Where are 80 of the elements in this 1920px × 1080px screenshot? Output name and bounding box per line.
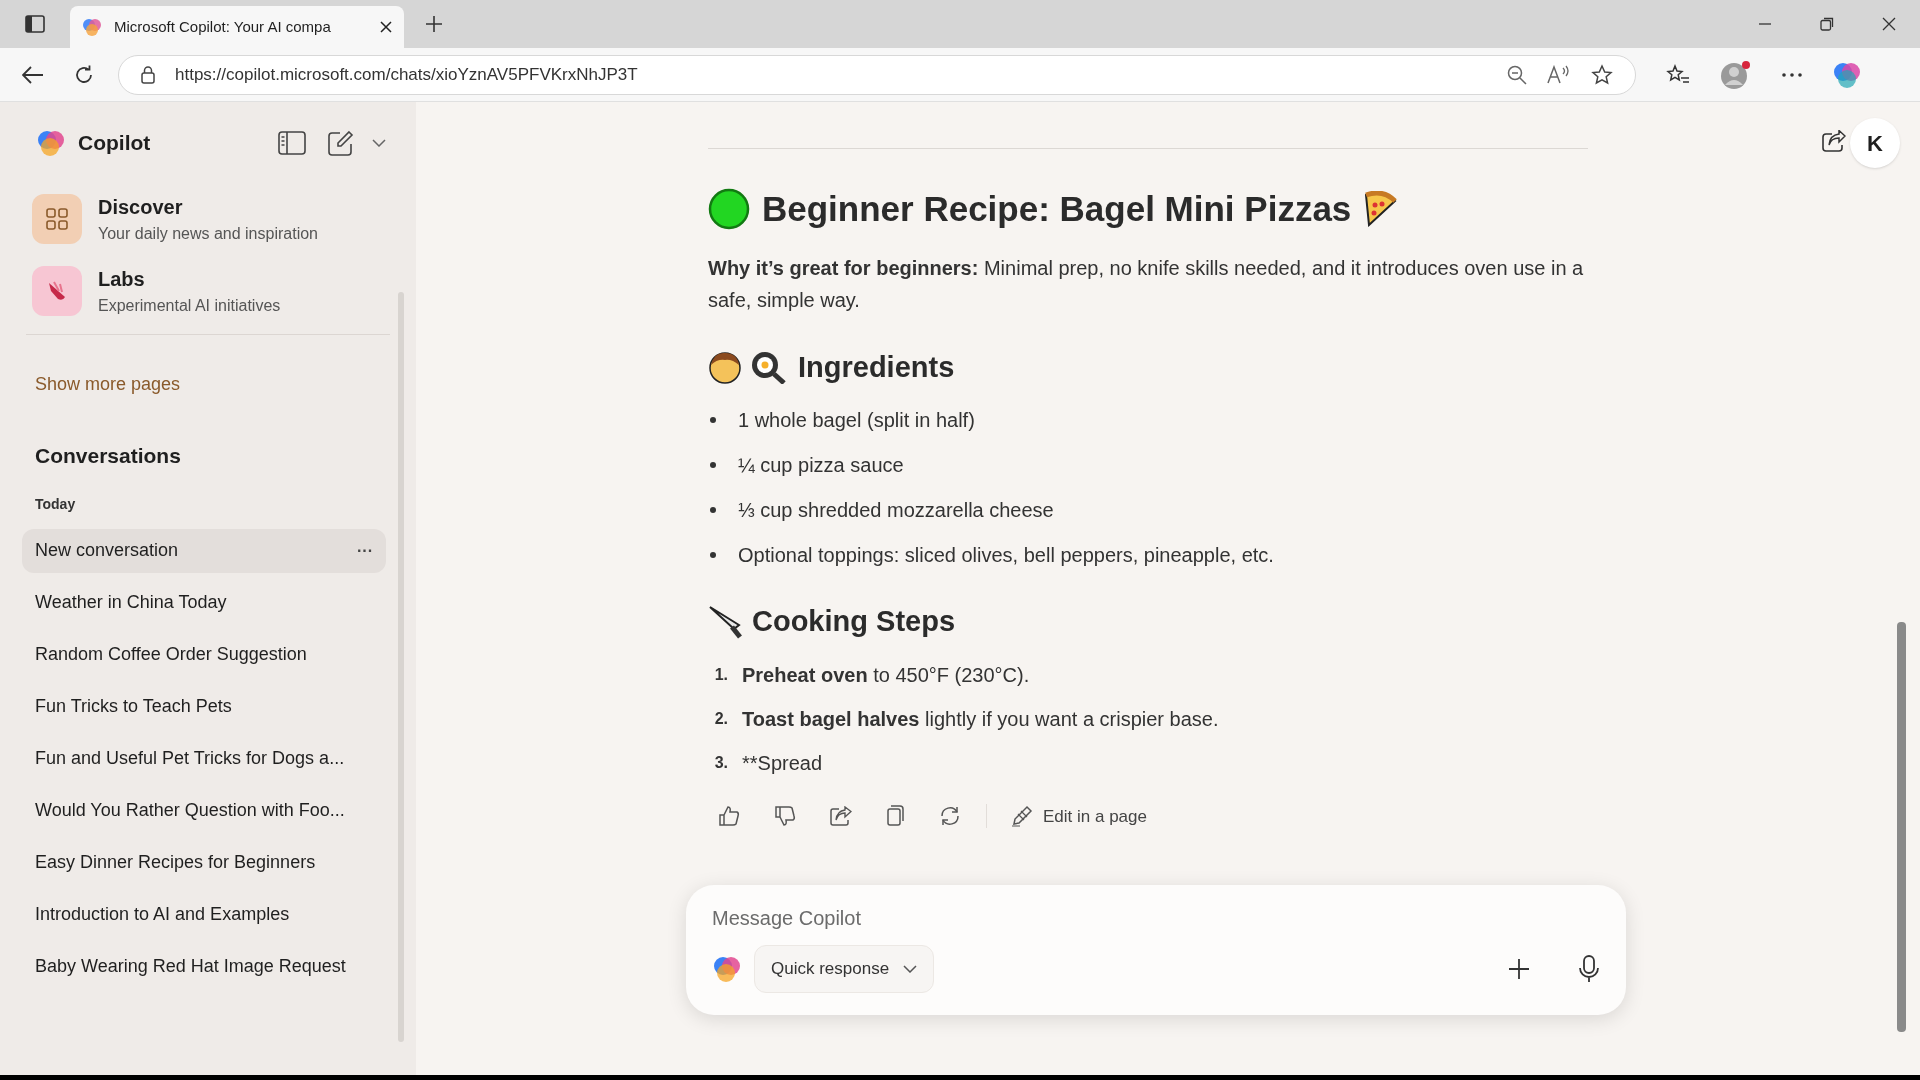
bullet [710,507,716,513]
zoom-out-icon[interactable] [1507,64,1527,85]
step-number: 2. [713,708,728,729]
message-input[interactable]: Message Copilot [712,901,1600,935]
page-title[interactable]: Labs [98,264,281,294]
chevron-down-icon[interactable] [372,139,386,147]
share-icon[interactable] [830,806,852,827]
page-subtitle: Experimental AI initiatives [98,296,281,316]
tab-actions-icon[interactable] [25,15,45,33]
pizza-slice-icon [1363,191,1398,228]
recipe-title: Beginner Recipe: Bagel Mini Pizzas [762,188,1352,230]
close-icon[interactable] [380,21,392,33]
page-title[interactable]: Discover [98,192,318,222]
regenerate-icon[interactable] [938,805,962,828]
copy-icon[interactable] [886,805,904,828]
thumbs-down-icon[interactable] [774,805,796,828]
thumbs-up-icon[interactable] [718,805,740,828]
step-text: Preheat oven to 450°F (230°C). [742,662,1030,688]
conversation-item[interactable]: Random Coffee Order Suggestion [22,632,386,677]
add-icon[interactable] [1508,958,1530,980]
browser-tab[interactable]: Microsoft Copilot: Your AI compa [70,6,404,48]
conversation-item[interactable]: Introduction to AI and Examples [22,892,386,937]
back-icon[interactable] [22,65,44,84]
read-aloud-icon[interactable] [1547,64,1571,85]
intro-paragraph: Why it’s great for beginners: Minimal prep, no knife skills needed, and it introduces oven use in a safe, simple way. [708,255,1585,313]
chevron-down-icon [903,965,918,973]
copilot-logo-icon[interactable] [712,954,742,984]
copilot-logo-icon [82,17,102,37]
new-tab-icon[interactable] [425,15,443,33]
conversation-item[interactable]: New conversation ··· [22,528,386,573]
copilot-logo-icon [36,128,66,158]
url-text: https://copilot.microsoft.com/chats/xioYznAV5PFVKrxNhJP3T [175,63,639,86]
sidebar-toggle-icon[interactable] [278,131,306,155]
step-number: 3. [713,752,728,773]
step-number: 1. [713,664,728,685]
conversation-item[interactable]: Easy Dinner Recipes for Beginners [22,840,386,885]
new-chat-icon[interactable] [328,130,354,156]
ingredient-item: ¼ cup pizza sauce [738,453,904,478]
group-label: Today [35,494,77,514]
restore-icon[interactable] [1820,17,1834,31]
address-bar[interactable]: https://copilot.microsoft.com/chats/xioYznAV5PFVKrxNhJP3T [118,54,1636,95]
share-icon[interactable] [1822,130,1846,152]
conversation-item[interactable]: Baby Wearing Red Hat Image Request [22,944,386,989]
favorite-icon[interactable] [1591,63,1613,86]
lock-icon [141,65,155,84]
step-text: Toast bagel halves lightly if you want a crispier base. [742,706,1219,732]
conversation-item[interactable]: Fun and Useful Pet Tricks for Dogs a... [22,736,386,781]
conversation-item[interactable]: Weather in China Today [22,580,386,625]
refresh-icon[interactable] [74,64,94,85]
section-heading: Ingredients [798,349,955,385]
grid-icon[interactable] [32,194,82,244]
favorites-list-icon[interactable] [1666,63,1690,86]
ingredient-item: Optional toppings: sliced olives, bell peppers, pineapple, etc. [738,543,1274,568]
circle-icon [708,188,750,231]
microphone-icon[interactable] [1578,955,1600,983]
step-text: **Spread [742,750,823,776]
show-more-link[interactable]: Show more pages [35,371,181,398]
pencil-icon [1011,805,1033,828]
profile-icon[interactable] [1720,59,1752,90]
person-icon [708,350,742,385]
more-icon[interactable] [1782,72,1802,77]
bullet [710,462,716,468]
more-options-button[interactable]: ··· [357,538,373,563]
close-icon[interactable] [1882,17,1896,31]
conversation-item[interactable]: Would You Rather Question with Foo... [22,788,386,833]
bullet [710,552,716,558]
ingredient-item: ⅓ cup shredded mozzarella cheese [738,498,1054,523]
conversation-item[interactable]: Fun Tricks to Teach Pets [22,684,386,729]
frying-pan-icon [750,350,786,385]
brand-name: Copilot [78,130,152,157]
section-heading: Conversations [35,443,182,469]
bullet [710,417,716,423]
knife-icon [708,604,742,639]
section-heading: Cooking Steps [752,604,955,639]
page-subtitle: Your daily news and inspiration [98,224,318,244]
tab-title: Microsoft Copilot: Your AI compa [114,16,332,37]
user-avatar[interactable]: K [1850,118,1900,168]
response-mode-dropdown[interactable]: Quick response [754,945,935,993]
ingredient-item: 1 whole bagel (split in half) [738,408,975,433]
edit-in-page-button[interactable]: Edit in a page [1011,803,1147,829]
